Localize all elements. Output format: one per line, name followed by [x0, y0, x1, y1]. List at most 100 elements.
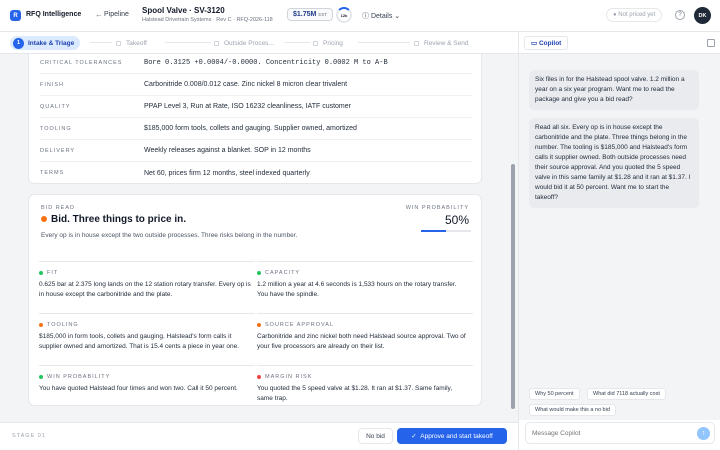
win-probability-value: 50% — [444, 213, 469, 227]
chevron-down-icon: ⌄ — [392, 13, 401, 20]
spec-label: Tooling — [40, 125, 72, 132]
finding-text: 0.625 bar at 2.375 long lands on the 12 … — [39, 281, 251, 298]
app-logo-icon: R — [10, 10, 21, 21]
status-label: Not priced yet — [618, 12, 656, 18]
win-probability-fill — [421, 230, 446, 232]
finding-dot-icon — [39, 271, 43, 275]
lock-icon — [116, 40, 121, 46]
spec-label: Quality — [40, 103, 71, 110]
page-title: Spool Valve · SV-3120 — [142, 6, 225, 15]
copilot-messages: Six files in for the Halstead spool valv… — [519, 54, 720, 382]
finding-label: TOOLING — [47, 322, 79, 328]
copilot-header: ▭ Copilot — [519, 32, 720, 54]
main-scrollbar[interactable] — [510, 56, 516, 418]
status-badge: ● Not priced yet — [606, 8, 663, 22]
step-pricing: Pricing — [313, 36, 343, 50]
avatar[interactable]: DK — [694, 7, 711, 24]
suggestion-chip[interactable]: What did 7118 actually cost — [587, 388, 666, 400]
finding-label: CAPACITY — [265, 270, 301, 276]
finding-head: SOURCE APPROVAL — [257, 322, 334, 328]
spec-row: Critical Tolerances Bore 0.3125 +0.0004/-… — [40, 54, 472, 74]
send-icon[interactable]: ↑ — [697, 427, 710, 440]
win-probability-bar — [421, 230, 471, 232]
estimate-unit: EST — [318, 12, 328, 17]
stage-label: STAGE 01 — [12, 433, 46, 439]
finding-win-probability: WIN PROBABILITY You have quoted Halstead… — [39, 365, 255, 405]
finding-head: WIN PROBABILITY — [39, 374, 110, 380]
finding-dot-icon — [257, 323, 261, 327]
copilot-tab-label: Copilot — [538, 39, 562, 47]
pipeline-link[interactable]: Pipeline — [104, 11, 129, 18]
back-arrow-icon[interactable]: ← — [95, 10, 103, 19]
chat-icon: ▭ — [531, 40, 539, 47]
spec-value: PPAP Level 3, Run at Rate, ISO 16232 cle… — [144, 103, 351, 110]
bid-status-dot-icon — [41, 216, 47, 222]
spec-label: Critical Tolerances — [40, 59, 123, 66]
approve-button[interactable]: ✓ Approve and start takeoff — [397, 428, 507, 444]
scrollbar-thumb[interactable] — [511, 164, 515, 409]
finding-text: You quoted the 5 speed valve at $1.28. I… — [257, 385, 453, 402]
copilot-panel: ▭ Copilot Six files in for the Halstead … — [518, 32, 720, 450]
finding-dot-icon — [257, 271, 261, 275]
copilot-message: Read all six. Every op is in house excep… — [529, 118, 699, 208]
suggestion-chip[interactable]: What would make this a no bid — [529, 404, 616, 416]
estimate-badge: $1.75M EST — [287, 8, 334, 21]
step-takeoff: Takeoff — [116, 36, 147, 50]
finding-dot-icon — [39, 375, 43, 379]
step-review: Review & Send — [414, 36, 468, 50]
app-name: RFQ Intelligence — [26, 11, 82, 18]
lock-icon — [414, 40, 419, 46]
check-icon: ✓ — [411, 433, 421, 440]
spec-card: Critical Tolerances Bore 0.3125 +0.0004/-… — [28, 54, 482, 184]
expand-panel-icon[interactable] — [707, 39, 715, 47]
page-subtitle: Halstead Drivetrain Systems · Rev C · RF… — [142, 17, 273, 23]
step-label: Intake & Triage — [28, 39, 75, 47]
top-bar: R RFQ Intelligence ← Pipeline Spool Valv… — [0, 0, 720, 32]
copilot-input[interactable] — [532, 427, 692, 440]
step-label: Pricing — [323, 39, 343, 47]
spec-row: Quality PPAP Level 3, Run at Rate, ISO 16… — [40, 96, 472, 118]
step-divider — [284, 42, 310, 43]
spec-label: Terms — [40, 170, 65, 176]
copilot-tab[interactable]: ▭ Copilot — [524, 36, 569, 50]
finding-label: MARGIN RISK — [265, 374, 313, 380]
finding-text: $185,000 in form tools, collets and gaug… — [39, 333, 240, 350]
copilot-input-box: ↑ — [525, 422, 715, 444]
bid-read-card: BID READ Bid. Three things to price in. … — [28, 194, 482, 406]
step-divider — [90, 42, 112, 43]
copilot-message: Six files in for the Halstead spool valv… — [529, 70, 699, 110]
approve-label: Approve and start takeoff — [420, 432, 493, 440]
finding-text: Carbonitride and zinc nickel both need H… — [257, 333, 466, 350]
step-intake[interactable]: 1 Intake & Triage — [10, 36, 81, 50]
no-bid-button[interactable]: No bid — [358, 428, 393, 444]
lock-icon — [214, 40, 219, 46]
finding-head: MARGIN RISK — [257, 374, 312, 380]
finding-source-approval: SOURCE APPROVAL Carbonitride and zinc ni… — [257, 313, 473, 365]
finding-label: WIN PROBABILITY — [47, 374, 111, 380]
finding-head: CAPACITY — [257, 270, 300, 276]
details-label: Details — [370, 13, 393, 20]
spec-row: Terms Net 60, prices firm 12 months, stee… — [40, 162, 472, 184]
spec-row: Tooling $185,000 form tools, collets and … — [40, 118, 472, 140]
step-label: Outside Proces... — [224, 39, 274, 47]
finding-dot-icon — [257, 375, 261, 379]
spec-value: Net 60, prices firm 12 months, steel ind… — [144, 169, 310, 177]
bid-title: Bid. Three things to price in. — [51, 214, 187, 225]
step-number: 1 — [13, 37, 24, 49]
main-content: Critical Tolerances Bore 0.3125 +0.0004/-… — [0, 54, 518, 422]
suggestion-chip[interactable]: Why 50 percent — [529, 388, 580, 400]
volume-ring: 12k — [336, 7, 352, 23]
stepper: 1 Intake & Triage Takeoff Outside Proces… — [0, 32, 518, 54]
finding-label: FIT — [47, 270, 59, 276]
help-icon[interactable]: ? — [675, 10, 685, 20]
spec-value: Bore 0.3125 +0.0004/-0.0000. Concentrici… — [144, 58, 388, 67]
finding-head: FIT — [39, 270, 58, 276]
spec-label: Delivery — [40, 147, 76, 154]
spec-row: Delivery Weekly releases against a blanke… — [40, 140, 472, 162]
action-footer: STAGE 01 No bid ✓ Approve and start take… — [0, 422, 518, 450]
spec-label: Finish — [40, 81, 65, 88]
win-probability-label: WIN PROBABILITY — [405, 205, 469, 211]
details-dropdown[interactable]: ⓘ Details ⌄ — [362, 11, 400, 21]
spec-value: Weekly releases against a blanket. SOP i… — [144, 147, 311, 154]
spec-value: Carbonitride 0.008/0.012 case. Zinc nick… — [144, 81, 348, 88]
